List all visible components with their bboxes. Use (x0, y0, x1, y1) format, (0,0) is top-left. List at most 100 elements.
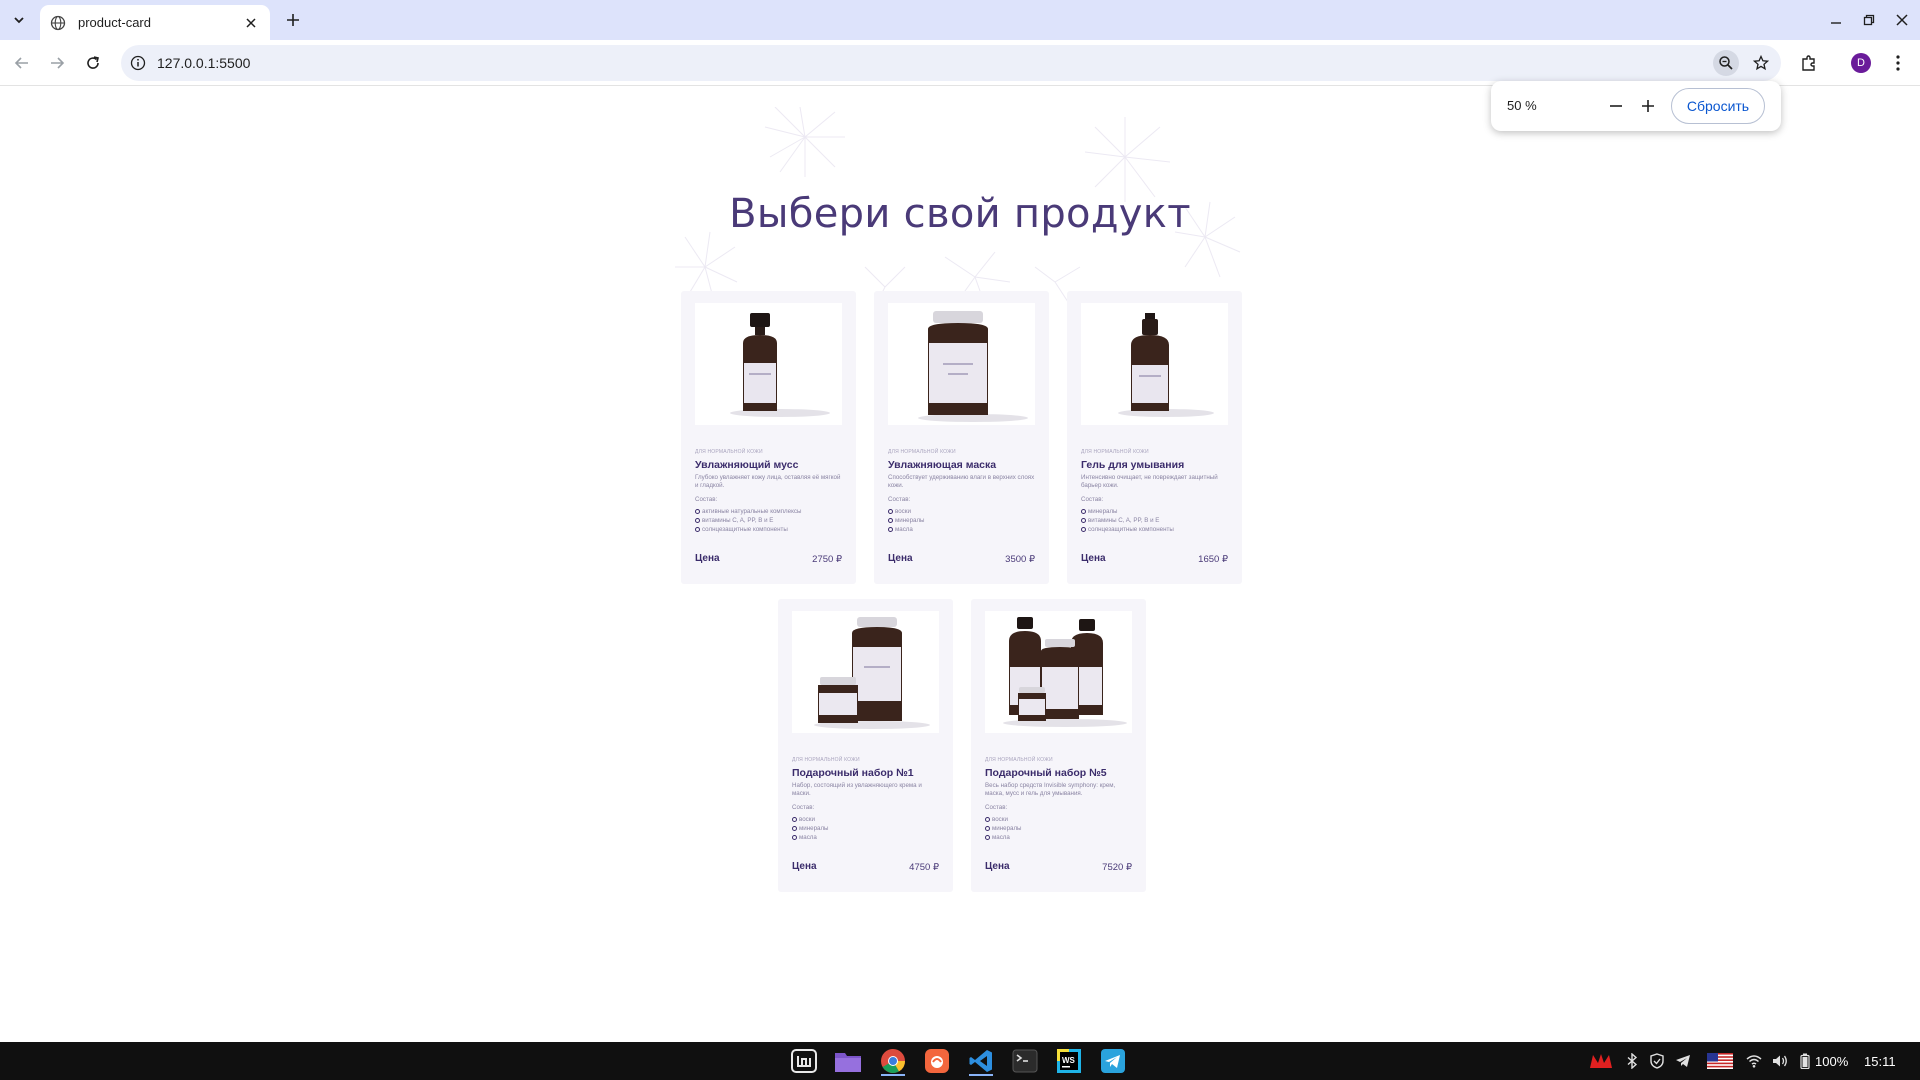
menu-button[interactable] (1886, 51, 1910, 75)
plus-icon (287, 14, 299, 26)
close-window-button[interactable] (1893, 11, 1911, 29)
list-item: масла (985, 833, 1022, 842)
bullet-icon (985, 826, 990, 831)
product-card[interactable]: для нормальной кожи Подарочный набор №5 … (971, 599, 1146, 892)
product-card[interactable]: для нормальной кожи Гель для умывания Ин… (1067, 291, 1242, 584)
product-image (985, 611, 1132, 733)
price-label: Цена (1081, 553, 1106, 564)
product-description: Интенсивно очищает, не повреждает защитн… (1081, 474, 1218, 489)
zoom-icon[interactable] (1713, 50, 1739, 76)
list-item: активные натуральные комплексы (695, 507, 801, 516)
product-tag: для нормальной кожи (985, 757, 1053, 763)
bullet-icon (1081, 518, 1086, 523)
product-name[interactable]: Увлажняющий мусс (695, 459, 798, 471)
forward-button[interactable] (45, 51, 69, 75)
product-description: Способствует удерживанию влаги в верхних… (888, 474, 1035, 489)
wifi-icon[interactable] (1745, 1053, 1763, 1069)
composition-list: воски минералы масла (985, 815, 1022, 842)
telegram-icon[interactable] (1098, 1046, 1128, 1076)
restore-button[interactable] (1860, 11, 1878, 29)
zoom-reset-button[interactable]: Сбросить (1671, 88, 1765, 124)
tab-search-button[interactable] (6, 8, 32, 32)
list-item: масла (792, 833, 829, 842)
list-item: минералы (888, 516, 925, 525)
product-card[interactable]: для нормальной кожи Увлажняющий мусс Глу… (681, 291, 856, 584)
puzzle-icon (1802, 55, 1815, 71)
zoom-level: 50 % (1507, 98, 1537, 113)
product-description: Глубоко увлажняет кожу лица, оставляя её… (695, 474, 841, 489)
firefox-icon[interactable] (922, 1046, 952, 1076)
composition-label: Состав: (1081, 496, 1104, 503)
vscode-icon[interactable] (966, 1046, 996, 1076)
product-name[interactable]: Подарочный набор №1 (792, 767, 914, 779)
list-item: минералы (1081, 507, 1174, 516)
reload-button[interactable] (81, 51, 105, 75)
price-label: Цена (888, 553, 913, 564)
bullet-icon (792, 835, 797, 840)
mint-menu-icon[interactable] (789, 1046, 819, 1076)
product-image (792, 611, 939, 733)
active-indicator (969, 1074, 993, 1076)
bullet-icon (985, 835, 990, 840)
bullet-icon (695, 527, 700, 532)
files-icon[interactable] (833, 1046, 863, 1076)
new-tab-button[interactable] (282, 9, 304, 31)
extensions-button[interactable] (1797, 51, 1821, 75)
arrow-left-icon (14, 57, 28, 69)
battery-icon[interactable] (1799, 1053, 1811, 1069)
close-icon[interactable] (242, 14, 260, 32)
price-label: Цена (985, 861, 1010, 872)
product-image (695, 303, 842, 425)
warpinator-icon[interactable] (1589, 1053, 1613, 1069)
price-label: Цена (792, 861, 817, 872)
product-card[interactable]: для нормальной кожи Увлажняющая маска Сп… (874, 291, 1049, 584)
webstorm-icon[interactable]: WS (1054, 1046, 1084, 1076)
reload-icon (87, 56, 99, 69)
zoom-popup: 50 % Сбросить (1491, 81, 1781, 131)
list-item: витамины C, A, PP, B и E (1081, 516, 1174, 525)
product-name[interactable]: Подарочный набор №5 (985, 767, 1107, 779)
chevron-down-icon (14, 17, 24, 24)
volume-icon[interactable] (1771, 1053, 1789, 1069)
composition-label: Состав: (985, 804, 1008, 811)
product-tag: для нормальной кожи (695, 449, 763, 455)
product-description: Весь набор средств Invisible symphony: к… (985, 782, 1116, 797)
composition-label: Состав: (888, 496, 911, 503)
minimize-button[interactable] (1827, 11, 1845, 29)
url-text[interactable]: 127.0.0.1:5500 (157, 55, 250, 71)
zoom-out-button[interactable] (1605, 95, 1627, 117)
active-indicator (881, 1074, 905, 1076)
page-content: Выбери свой продукт для нормальной кожи … (0, 87, 1920, 1042)
more-vert-icon (1896, 55, 1900, 71)
shield-icon[interactable] (1648, 1053, 1666, 1069)
bookmark-star-icon[interactable] (1751, 53, 1771, 73)
chrome-icon[interactable] (878, 1046, 908, 1076)
list-item: воски (985, 815, 1022, 824)
bullet-icon (792, 817, 797, 822)
close-icon (1896, 14, 1908, 26)
product-name[interactable]: Увлажняющая маска (888, 459, 996, 471)
product-name[interactable]: Гель для умывания (1081, 459, 1184, 471)
address-bar[interactable]: 127.0.0.1:5500 (121, 45, 1781, 81)
us-flag-icon[interactable] (1707, 1053, 1733, 1069)
product-tag: для нормальной кожи (1081, 449, 1149, 455)
composition-label: Состав: (792, 804, 815, 811)
product-price: 1650 ₽ (1198, 554, 1228, 565)
zoom-in-button[interactable] (1637, 95, 1659, 117)
terminal-icon[interactable] (1010, 1046, 1040, 1076)
telegram-tray-icon[interactable] (1674, 1053, 1692, 1069)
tab-product-card[interactable]: product-card (40, 5, 270, 40)
bullet-icon (695, 509, 700, 514)
restore-icon (1863, 14, 1875, 26)
bluetooth-icon[interactable] (1623, 1053, 1641, 1069)
product-price: 2750 ₽ (812, 554, 842, 565)
back-button[interactable] (10, 51, 34, 75)
product-card[interactable]: для нормальной кожи Подарочный набор №1 … (778, 599, 953, 892)
svg-text:WS: WS (1062, 1056, 1076, 1065)
plus-icon (1642, 100, 1654, 112)
page-title: Выбери свой продукт (729, 191, 1191, 237)
clock[interactable]: 15:11 (1864, 1054, 1896, 1069)
avatar[interactable]: D (1851, 53, 1871, 73)
info-icon[interactable] (130, 55, 146, 71)
composition-list: воски минералы масла (888, 507, 925, 534)
